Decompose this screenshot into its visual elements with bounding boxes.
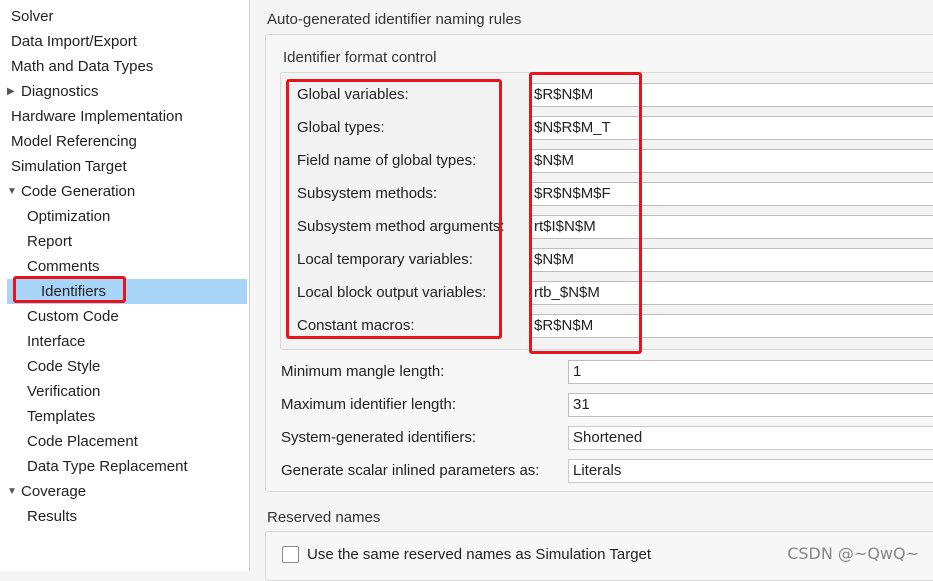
- scalar-inlined-parameters-label: Generate scalar inlined parameters as:: [281, 462, 540, 479]
- tree-item-code-generation[interactable]: ▼ Code Generation: [7, 179, 247, 204]
- tree-item-label: Comments: [27, 258, 100, 275]
- tree-item-label: Optimization: [27, 208, 111, 225]
- global-types-field[interactable]: $N$R$M_T: [529, 116, 933, 140]
- local-block-output-variables-field[interactable]: rtb_$N$M: [529, 281, 933, 305]
- tree-item-math-and-data-types[interactable]: Math and Data Types: [11, 54, 251, 79]
- expand-arrow-icon[interactable]: ▶: [7, 79, 21, 104]
- same-reserved-names-label: Use the same reserved names as Simulatio…: [307, 546, 652, 563]
- maximum-identifier-length-label: Maximum identifier length:: [281, 396, 457, 413]
- tree-item-label: Report: [27, 233, 73, 250]
- tree-item-interface[interactable]: Interface: [27, 329, 267, 354]
- tree-item-hardware-implementation[interactable]: Hardware Implementation: [11, 104, 251, 129]
- tree-item-label: Data Import/Export: [11, 33, 137, 50]
- collapse-arrow-icon[interactable]: ▼: [7, 179, 21, 204]
- tree-item-code-style[interactable]: Code Style: [27, 354, 267, 379]
- section-title: Auto-generated identifier naming rules: [267, 11, 522, 28]
- local-block-output-variables-label: Local block output variables:: [297, 284, 487, 301]
- tree-item-coverage[interactable]: ▼ Coverage: [7, 479, 247, 504]
- same-reserved-names-checkbox[interactable]: [282, 546, 299, 563]
- tree-item-label: Code Style: [27, 358, 101, 375]
- identifiers-pane: Auto-generated identifier naming rules I…: [252, 0, 933, 581]
- tree-item-templates[interactable]: Templates: [27, 404, 267, 429]
- tree-item-results[interactable]: Results: [27, 504, 267, 529]
- format-control-group: [280, 72, 933, 350]
- local-temporary-variables-field[interactable]: $N$M: [529, 248, 933, 272]
- minimum-mangle-length-label: Minimum mangle length:: [281, 363, 445, 380]
- field-name-global-types-label: Field name of global types:: [297, 152, 477, 169]
- tree-item-code-placement[interactable]: Code Placement: [27, 429, 267, 454]
- subsystem-method-arguments-field[interactable]: rt$I$N$M: [529, 215, 933, 239]
- tree-item-label: Data Type Replacement: [27, 458, 188, 475]
- tree-item-label: Verification: [27, 383, 101, 400]
- tree-item-label: Solver: [11, 8, 54, 25]
- watermark: CSDN @~QwQ~: [787, 544, 919, 563]
- tree-item-label: Model Referencing: [11, 133, 137, 150]
- tree-item-label: Results: [27, 508, 78, 525]
- tree-item-label: Coverage: [21, 483, 87, 500]
- tree-item-data-type-replacement[interactable]: Data Type Replacement: [27, 454, 267, 479]
- collapse-arrow-icon[interactable]: ▼: [7, 479, 21, 504]
- tree-item-report[interactable]: Report: [27, 229, 267, 254]
- local-temporary-variables-label: Local temporary variables:: [297, 251, 473, 268]
- tree-item-data-import-export[interactable]: Data Import/Export: [11, 29, 251, 54]
- constant-macros-label: Constant macros:: [297, 317, 415, 334]
- tree-item-label: Code Generation: [21, 183, 136, 200]
- tree-item-identifiers[interactable]: Identifiers: [7, 279, 247, 304]
- tree-item-model-referencing[interactable]: Model Referencing: [11, 129, 251, 154]
- system-generated-identifiers-label: System-generated identifiers:: [281, 429, 477, 446]
- tree-item-comments[interactable]: Comments: [27, 254, 267, 279]
- field-name-global-types-field[interactable]: $N$M: [529, 149, 933, 173]
- tree-item-label: Diagnostics: [21, 83, 99, 100]
- tree-item-label: Templates: [27, 408, 96, 425]
- tree-item-verification[interactable]: Verification: [27, 379, 267, 404]
- subsystem-method-arguments-label: Subsystem method arguments:: [297, 218, 505, 235]
- tree-item-label: Simulation Target: [11, 158, 127, 175]
- constant-macros-field[interactable]: $R$N$M: [529, 314, 933, 338]
- tree-item-custom-code[interactable]: Custom Code: [27, 304, 267, 329]
- global-variables-field[interactable]: $R$N$M: [529, 83, 933, 107]
- global-types-label: Global types:: [297, 119, 385, 136]
- scalar-inlined-parameters-dropdown[interactable]: Literals: [568, 459, 933, 483]
- tree-item-solver[interactable]: Solver: [11, 4, 251, 29]
- tree-item-label: Custom Code: [27, 308, 119, 325]
- tree-item-label: Hardware Implementation: [11, 108, 183, 125]
- format-group-title: Identifier format control: [283, 49, 437, 66]
- global-variables-label: Global variables:: [297, 86, 409, 103]
- reserved-names-title: Reserved names: [267, 509, 381, 526]
- tree-item-label: Math and Data Types: [11, 58, 154, 75]
- tree-item-label: Interface: [27, 333, 86, 350]
- tree-item-diagnostics[interactable]: ▶ Diagnostics: [7, 79, 247, 104]
- config-tree: Solver Data Import/Export Math and Data …: [0, 0, 250, 571]
- tree-item-simulation-target[interactable]: Simulation Target: [11, 154, 251, 179]
- maximum-identifier-length-field[interactable]: 31: [568, 393, 933, 417]
- subsystem-methods-field[interactable]: $R$N$M$F: [529, 182, 933, 206]
- subsystem-methods-label: Subsystem methods:: [297, 185, 438, 202]
- tree-item-optimization[interactable]: Optimization: [27, 204, 267, 229]
- tree-item-label: Identifiers: [41, 283, 107, 300]
- system-generated-identifiers-dropdown[interactable]: Shortened: [568, 426, 933, 450]
- tree-item-label: Code Placement: [27, 433, 138, 450]
- minimum-mangle-length-field[interactable]: 1: [568, 360, 933, 384]
